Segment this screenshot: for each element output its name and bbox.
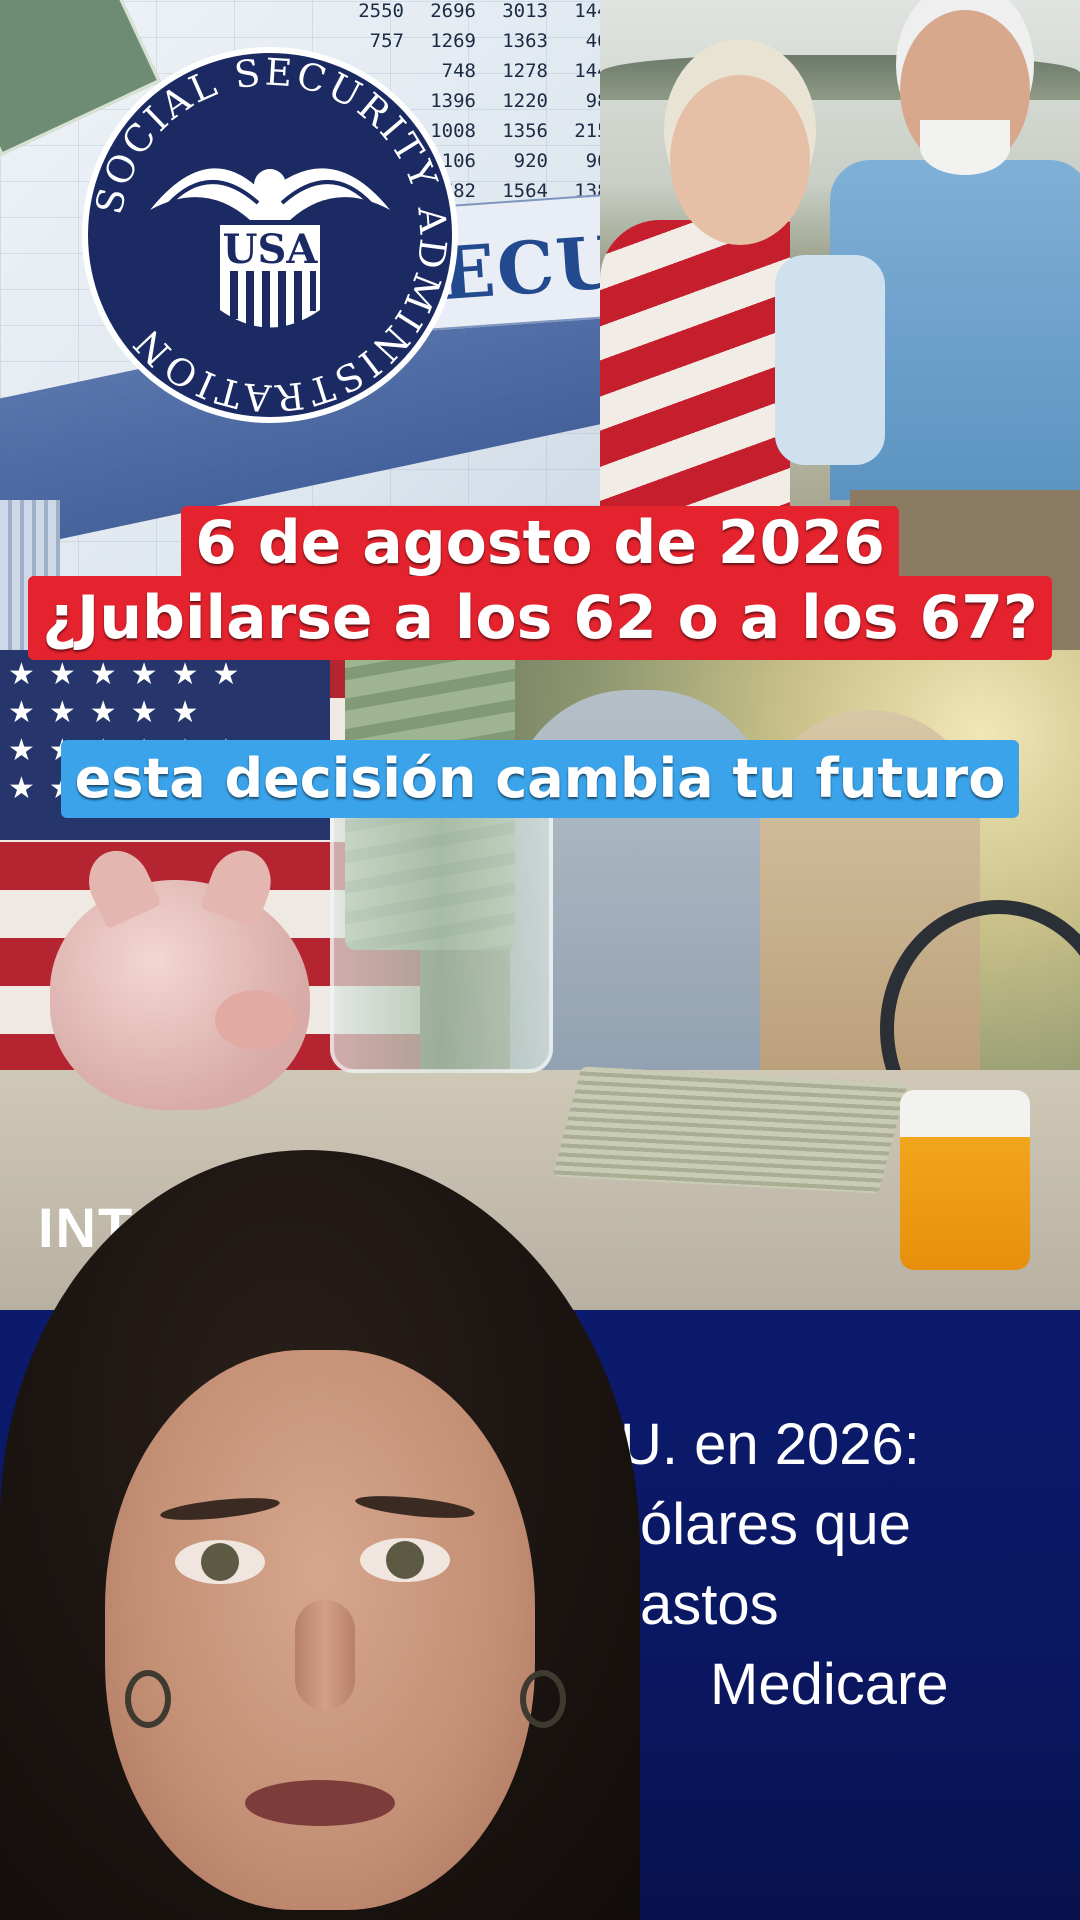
subtitle-caption: esta decisión cambia tu futuro	[0, 740, 1080, 818]
table-row: 2550 2696 3013 1440	[358, 0, 620, 22]
presenter-eye	[175, 1540, 265, 1584]
seal-center-text: USA	[223, 226, 319, 273]
presenter-person	[0, 1150, 720, 1920]
presenter-eye	[360, 1538, 450, 1582]
question-caption: ¿Jubilarse a los 62 o a los 67?	[0, 576, 1080, 660]
earring	[125, 1670, 171, 1728]
presenter-mouth	[245, 1780, 395, 1826]
woman-head	[670, 75, 810, 245]
presenter-face	[105, 1350, 535, 1910]
date-caption: 6 de agosto de 2026	[0, 506, 1080, 580]
pill-bottle	[900, 1090, 1030, 1270]
social-security-seal-logo: SOCIAL SECURITY ADMINISTRATION USA	[82, 47, 458, 423]
earring	[520, 1670, 566, 1728]
card-text: ECU	[437, 218, 624, 317]
